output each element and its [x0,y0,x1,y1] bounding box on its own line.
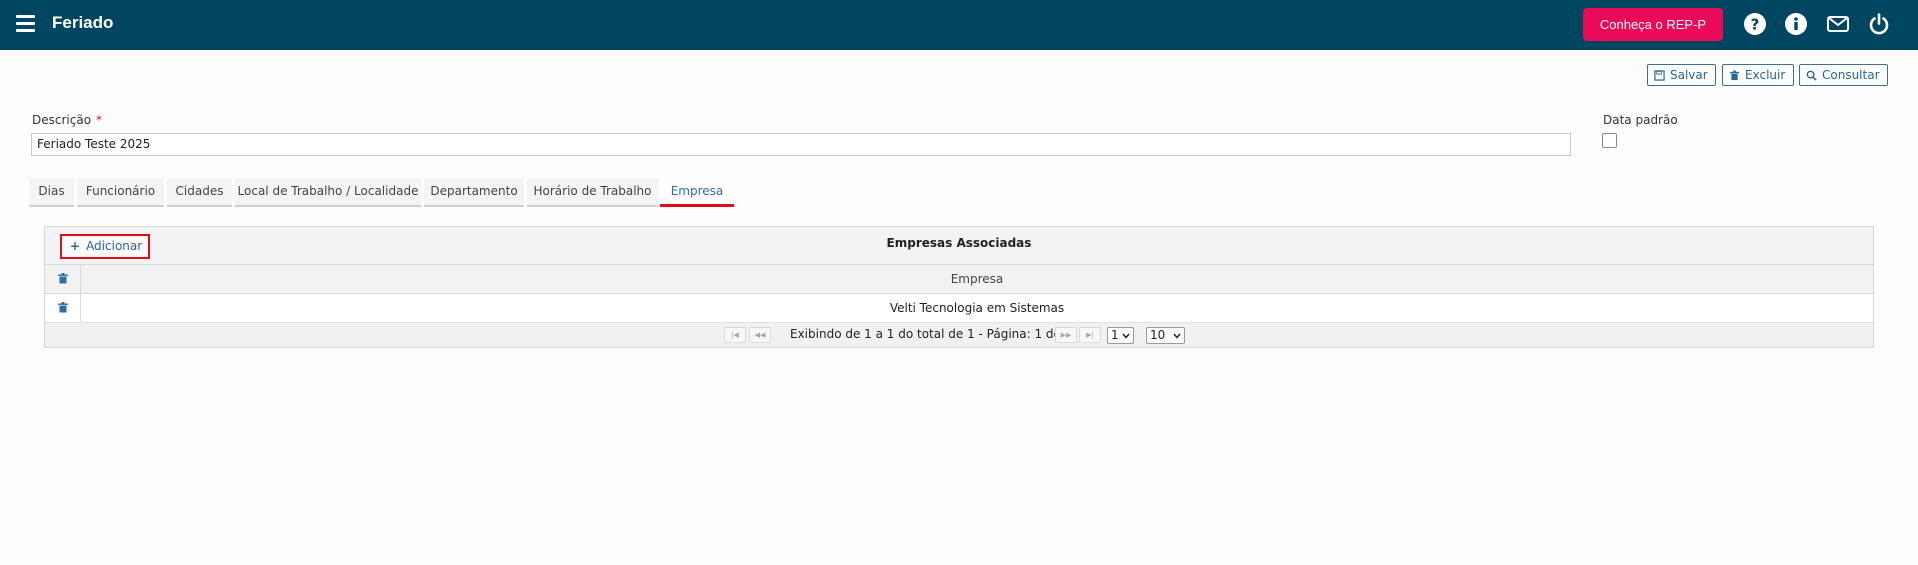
page-title: Feriado [52,13,114,32]
tab-funcionario[interactable]: Funcionário [77,178,164,207]
add-label: Adicionar [86,239,143,253]
delete-label: Excluir [1745,68,1786,82]
table-row[interactable]: Velti Tecnologia em Sistemas [45,294,1873,323]
pager-status: Exibindo de 1 a 1 do total de 1 - Página… [790,327,1073,341]
description-input[interactable]: Feriado Teste 2025 [31,133,1571,156]
row-empresa-cell: Velti Tecnologia em Sistemas [889,301,1065,315]
svg-text:?: ? [1751,16,1760,34]
info-icon[interactable] [1784,12,1808,36]
plus-icon: + [70,239,81,253]
last-page-icon[interactable]: ▶| [1079,327,1101,343]
tab-departamento[interactable]: Departamento [424,178,524,207]
description-label: Descrição * [32,113,103,127]
pager: |◀ ◀◀ Exibindo de 1 a 1 do total de 1 - … [45,323,1873,347]
first-page-icon[interactable]: |◀ [724,327,746,343]
search-icon [1806,70,1817,81]
rep-p-promo-button[interactable]: Conheça o REP-P [1583,8,1723,41]
panel-header: Empresas Associadas + Adicionar [45,227,1873,265]
default-date-label: Data padrão [1603,113,1678,127]
query-button[interactable]: Consultar [1799,64,1888,86]
help-icon[interactable]: ? [1743,12,1767,36]
associated-companies-panel: Empresas Associadas + Adicionar Empresa V… [44,226,1874,348]
trash-icon[interactable] [58,302,68,313]
mail-icon[interactable] [1826,12,1850,36]
panel-title: Empresas Associadas [886,236,1032,250]
prev-page-icon[interactable]: ◀◀ [749,327,771,343]
tab-empresa[interactable]: Empresa [660,178,734,207]
chevron-down-icon [1122,333,1130,339]
page-size-select[interactable]: 10 [1146,327,1185,344]
add-button[interactable]: + Adicionar [60,234,150,259]
table-header: Empresa [45,265,1873,294]
trash-icon [1729,69,1740,80]
default-date-checkbox[interactable] [1602,133,1617,148]
save-button[interactable]: Salvar [1647,64,1716,86]
power-icon[interactable] [1867,12,1891,36]
query-label: Consultar [1822,68,1880,82]
top-bar: Feriado Conheça o REP-P ? [0,0,1918,50]
next-page-icon[interactable]: ▶▶ [1055,327,1077,343]
save-icon [1654,69,1665,81]
tab-cidades[interactable]: Cidades [167,178,232,207]
page-select[interactable]: 1 [1107,327,1134,344]
column-header-empresa[interactable]: Empresa [81,265,1873,294]
delete-column-header [45,265,81,294]
required-mark: * [96,113,103,127]
trash-icon[interactable] [58,273,68,284]
save-label: Salvar [1670,68,1708,82]
row-delete-cell [45,294,81,322]
chevron-down-icon [1173,333,1181,339]
tab-dias[interactable]: Dias [29,178,74,207]
delete-button[interactable]: Excluir [1722,64,1794,86]
tab-local-de-trabalho[interactable]: Local de Trabalho / Localidade [235,178,421,207]
hamburger-menu-icon[interactable] [16,15,35,32]
tab-horario-de-trabalho[interactable]: Horário de Trabalho [527,178,658,207]
